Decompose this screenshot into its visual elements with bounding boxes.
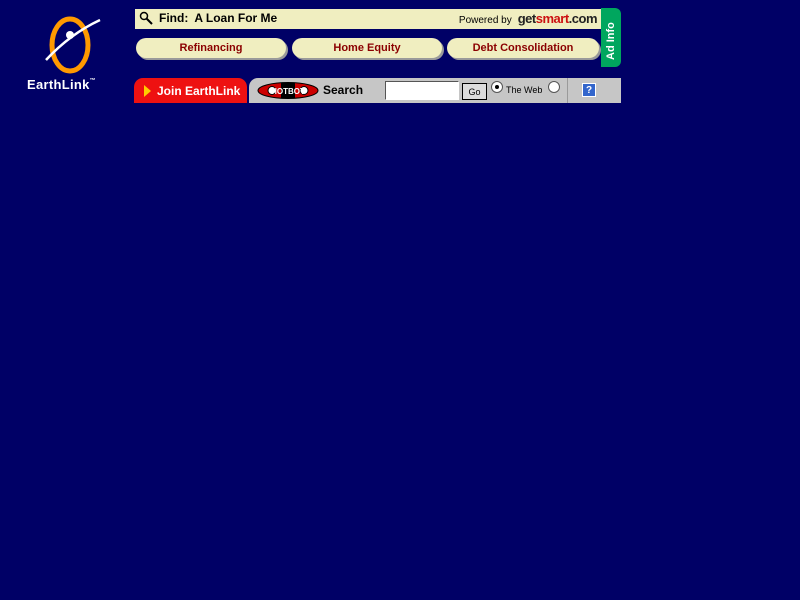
getsmart-part: .com bbox=[568, 11, 598, 26]
getsmart-logo[interactable]: getsmart.com bbox=[517, 11, 598, 26]
orbit-logo-icon bbox=[45, 16, 101, 74]
divider bbox=[567, 78, 568, 103]
arrow-right-icon bbox=[144, 84, 151, 97]
powered-by-label: Powered by bbox=[458, 15, 512, 26]
join-label: Join EarthLink bbox=[157, 83, 241, 98]
trademark-mark: ™ bbox=[89, 78, 96, 84]
scope-other-radio[interactable] bbox=[548, 81, 560, 93]
hotbot-logo[interactable]: HOTBOT bbox=[257, 82, 319, 99]
magnifier-icon bbox=[139, 11, 153, 25]
getsmart-part: get bbox=[517, 11, 537, 26]
ad-info-tab[interactable]: Ad Info bbox=[601, 8, 621, 67]
earthlink-logo[interactable]: EarthLink™ bbox=[22, 14, 126, 98]
refinancing-button[interactable]: Refinancing bbox=[136, 38, 286, 58]
search-bar: HOTBOT Search Go The Web ? bbox=[249, 78, 621, 103]
earthlink-wordmark: EarthLink™ bbox=[27, 77, 96, 92]
debt-consolidation-button[interactable]: Debt Consolidation bbox=[447, 38, 599, 58]
powered-by: Powered by getsmart.com bbox=[458, 11, 598, 26]
join-earthlink-button[interactable]: Join EarthLink bbox=[134, 78, 247, 103]
ad-find-label: Find: bbox=[159, 11, 189, 25]
ad-query: A Loan For Me bbox=[194, 11, 278, 25]
brand-name: EarthLink bbox=[27, 77, 90, 92]
search-input[interactable] bbox=[385, 81, 459, 100]
go-button[interactable]: Go bbox=[462, 83, 487, 100]
ad-header: Find: A Loan For Me Powered by getsmart.… bbox=[135, 9, 601, 29]
help-button[interactable]: ? bbox=[582, 83, 596, 97]
getsmart-part: smart bbox=[535, 11, 569, 26]
search-label: Search bbox=[323, 83, 364, 97]
scope-web-label: The Web bbox=[506, 85, 543, 95]
ad-find[interactable]: Find: A Loan For Me bbox=[139, 11, 277, 25]
ad-info-label: Ad Info bbox=[605, 22, 617, 60]
ad-banner: Find: A Loan For Me Powered by getsmart.… bbox=[134, 8, 602, 67]
scope-web-radio[interactable] bbox=[491, 81, 503, 93]
home-equity-button[interactable]: Home Equity bbox=[292, 38, 442, 58]
hotbot-logo-text: HOTBOT bbox=[271, 87, 305, 96]
